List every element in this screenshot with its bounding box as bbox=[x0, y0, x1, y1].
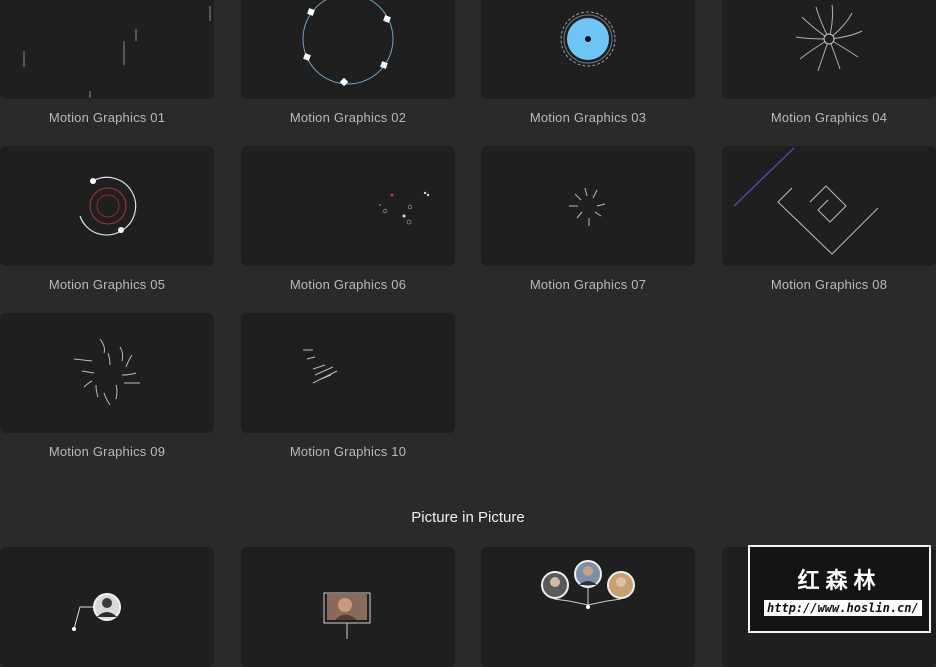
thumbnail-motion-graphics-01[interactable] bbox=[0, 0, 214, 99]
motion-graphics-02-preview bbox=[302, 0, 394, 87]
tile-label: Motion Graphics 07 bbox=[529, 277, 647, 292]
thumbnail-picture-in-picture-02[interactable] bbox=[241, 547, 455, 667]
pip-03-preview bbox=[541, 560, 635, 609]
tile-label: Motion Graphics 02 bbox=[289, 110, 407, 125]
tile-label: Motion Graphics 01 bbox=[48, 110, 166, 125]
tile-label: Motion Graphics 09 bbox=[48, 444, 166, 459]
thumbnail-motion-graphics-05[interactable] bbox=[0, 146, 214, 266]
watermark: 红森林 http://www.hoslin.cn/ bbox=[748, 545, 931, 633]
tile-label: Motion Graphics 03 bbox=[529, 110, 647, 125]
motion-graphics-03-preview bbox=[560, 11, 616, 67]
tile-label: Motion Graphics 10 bbox=[289, 444, 407, 459]
thumbnail-motion-graphics-06[interactable] bbox=[241, 146, 455, 266]
motion-graphics-10-preview bbox=[303, 349, 338, 384]
motion-graphics-01-preview bbox=[23, 6, 211, 98]
motion-graphics-04-preview bbox=[795, 4, 863, 72]
thumbnail-motion-graphics-09[interactable] bbox=[0, 313, 214, 433]
motion-graphics-07-preview bbox=[569, 187, 606, 226]
thumbnail-picture-in-picture-03[interactable] bbox=[481, 547, 695, 667]
thumbnail-motion-graphics-08[interactable] bbox=[722, 146, 936, 266]
tile-label: Motion Graphics 05 bbox=[48, 277, 166, 292]
thumbnail-motion-graphics-10[interactable] bbox=[241, 313, 455, 433]
thumbnail-motion-graphics-03[interactable] bbox=[481, 0, 695, 99]
watermark-title: 红森林 bbox=[797, 569, 882, 594]
motion-graphics-06-preview bbox=[379, 191, 430, 225]
watermark-url: http://www.hoslin.cn/ bbox=[764, 600, 922, 616]
thumbnail-motion-graphics-04[interactable] bbox=[722, 0, 936, 99]
tile-label: Motion Graphics 04 bbox=[770, 110, 888, 125]
tile-label: Motion Graphics 06 bbox=[289, 277, 407, 292]
pip-02-preview bbox=[323, 592, 371, 639]
section-title-picture-in-picture: Picture in Picture bbox=[411, 509, 525, 526]
tile-label: Motion Graphics 08 bbox=[770, 277, 888, 292]
motion-graphics-08-preview bbox=[733, 147, 879, 255]
thumbnail-motion-graphics-07[interactable] bbox=[481, 146, 695, 266]
thumbnail-motion-graphics-02[interactable] bbox=[241, 0, 455, 99]
motion-graphics-09-preview bbox=[73, 338, 140, 406]
thumbnail-picture-in-picture-01[interactable] bbox=[0, 547, 214, 667]
motion-graphics-05-preview bbox=[79, 176, 137, 236]
pip-01-preview bbox=[72, 593, 121, 631]
